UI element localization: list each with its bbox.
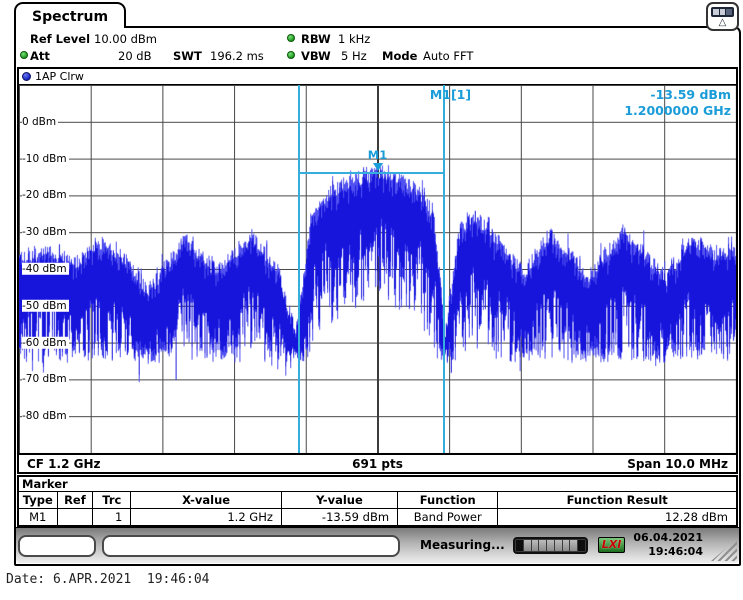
page-date-line: Date: 6.APR.2021 19:46:04	[6, 572, 210, 587]
swt-label: SWT	[173, 49, 202, 63]
marker-readout-name: M1[1]	[430, 87, 471, 102]
softkey-bar-icon	[711, 7, 734, 17]
screen: Spectrum △ Ref Level 10.00 dBm RBW 1 kHz…	[0, 0, 743, 600]
marker-readout: -13.59 dBm 1.2000000 GHz	[624, 87, 731, 119]
marker-readout-frequency: 1.2000000 GHz	[624, 103, 731, 119]
rbw-label: RBW	[301, 32, 331, 46]
marker-section-title: Marker	[19, 477, 736, 492]
att-led-icon	[20, 51, 28, 59]
rbw-led-icon	[287, 34, 295, 42]
y-axis-label: -70 dBm	[22, 373, 69, 385]
y-axis-label: 0 dBm	[22, 116, 58, 128]
cell-function-result: 12.28 dBm	[498, 508, 736, 525]
rbw-value[interactable]: 1 kHz	[338, 32, 370, 46]
ref-level-label: Ref Level	[30, 32, 90, 46]
diagram-frame: 1AP Clrw 0 dBm -10 dBm -20 dBm -30 dBm -…	[17, 67, 738, 474]
measuring-status: Measuring...	[420, 538, 505, 552]
vbw-label: VBW	[301, 49, 331, 63]
y-axis-label: -20 dBm	[22, 189, 69, 201]
tab-spectrum[interactable]: Spectrum	[14, 2, 126, 28]
marker-m1-icon[interactable]	[373, 163, 383, 171]
lxi-badge: LXI	[598, 537, 625, 553]
marker-table: Type Ref Trc X-value Y-value Function Fu…	[19, 492, 736, 525]
cell-trc: 1	[93, 508, 131, 525]
col-type: Type	[19, 492, 57, 508]
band-power-right-limit-line[interactable]	[443, 85, 445, 453]
frequency-footer: CF 1.2 GHz 691 pts Span 10.0 MHz	[19, 453, 736, 472]
display-panel-icon[interactable]: △	[706, 2, 739, 31]
plot-area[interactable]: 0 dBm -10 dBm -20 dBm -30 dBm -40 dBm -5…	[19, 85, 736, 453]
sweep-progress-bar	[513, 537, 588, 554]
marker-m1-label: M1	[368, 148, 387, 162]
cell-ref	[57, 508, 93, 525]
trace-color-icon	[22, 72, 31, 81]
col-y-value: Y-value	[281, 492, 397, 508]
center-frequency[interactable]: CF 1.2 GHz	[27, 457, 101, 471]
col-x-value: X-value	[131, 492, 282, 508]
y-axis-label: -40 dBm	[22, 263, 69, 275]
col-function: Function	[398, 492, 498, 508]
mode-value[interactable]: Auto FFT	[423, 49, 473, 63]
spectrum-window: Ref Level 10.00 dBm RBW 1 kHz Att 20 dB …	[14, 26, 741, 566]
status-tab-slot-1[interactable]	[18, 535, 96, 557]
status-bar: Measuring... LXI 06.04.2021 19:46:04	[16, 527, 739, 563]
cell-x-value: 1.2 GHz	[131, 508, 282, 525]
att-value[interactable]: 20 dB	[118, 49, 151, 63]
cell-function: Band Power	[398, 508, 498, 525]
resize-handle-icon[interactable]	[711, 539, 737, 561]
spectrum-trace-canvas	[19, 85, 736, 453]
trace-label: 1AP Clrw	[35, 70, 84, 83]
y-axis-label: -50 dBm	[22, 300, 69, 312]
swt-value[interactable]: 196.2 ms	[210, 49, 264, 63]
span-value[interactable]: Span 10.0 MHz	[627, 457, 728, 471]
marker-readout-level: -13.59 dBm	[624, 87, 731, 103]
settings-header: Ref Level 10.00 dBm RBW 1 kHz Att 20 dB …	[16, 28, 739, 67]
y-axis-label: -60 dBm	[22, 336, 69, 348]
band-power-left-limit-line[interactable]	[298, 85, 300, 453]
status-tab-slot-2[interactable]	[102, 535, 400, 557]
band-power-level-line	[299, 172, 445, 174]
sweep-points: 691 pts	[352, 457, 403, 471]
marker-section: Marker Type Ref Trc X-value Y-value Func…	[17, 475, 738, 527]
col-trc: Trc	[93, 492, 131, 508]
att-label: Att	[30, 49, 50, 63]
status-time: 19:46:04	[623, 545, 703, 559]
trace-info-bar[interactable]: 1AP Clrw	[19, 69, 736, 85]
ref-level-value[interactable]: 10.00 dBm	[94, 32, 157, 46]
cell-y-value: -13.59 dBm	[281, 508, 397, 525]
y-axis-label: -80 dBm	[22, 410, 69, 422]
y-axis-label: -10 dBm	[22, 152, 69, 164]
table-row[interactable]: M1 1 1.2 GHz -13.59 dBm Band Power 12.28…	[19, 508, 736, 525]
cell-type: M1	[19, 508, 57, 525]
vbw-led-icon	[287, 51, 295, 59]
mode-label: Mode	[382, 49, 417, 63]
col-function-result: Function Result	[498, 492, 736, 508]
triangle-icon: △	[708, 18, 737, 28]
vbw-value[interactable]: 5 Hz	[341, 49, 367, 63]
col-ref: Ref	[57, 492, 93, 508]
status-datetime: 06.04.2021 19:46:04	[623, 531, 703, 559]
y-axis-label: -30 dBm	[22, 226, 69, 238]
marker-table-header-row: Type Ref Trc X-value Y-value Function Fu…	[19, 492, 736, 508]
status-date: 06.04.2021	[623, 531, 703, 545]
